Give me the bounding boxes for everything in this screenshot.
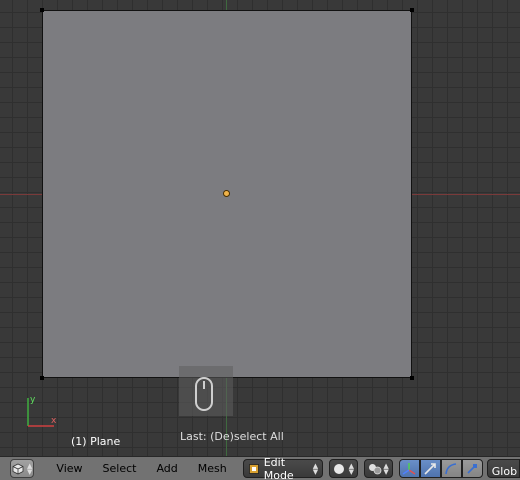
3d-viewport[interactable]: y x (1) Plane Last: (De)select All [0,0,520,456]
mode-select-label: Edit Mode [263,455,294,480]
menu-select[interactable]: Select [93,458,147,480]
viewport-header: ▲ ▼ View Select Add Mesh Edit Mode ▲ ▼ ▲ ▼ … [0,456,520,480]
nav-axis-x-label: x [51,416,57,426]
transform-orientation-select[interactable]: Glob [486,459,520,478]
viewport-shading-select[interactable]: ▲ ▼ [329,459,358,478]
mouse-icon [195,377,213,411]
scale-icon [467,463,478,474]
manipulator-group [398,459,483,478]
vertex-top-right[interactable] [410,8,414,12]
editor-type-arrows-icon: ▲ ▼ [27,461,33,476]
menu-add[interactable]: Add [146,458,187,480]
mode-select[interactable]: Edit Mode ▲ ▼ [242,455,324,480]
pivot-icon [368,463,382,474]
transform-manipulator-icon [402,462,416,475]
transform-manipulator-toggle[interactable] [398,459,420,478]
menu-mesh[interactable]: Mesh [188,458,237,480]
header-menus: View Select Add Mesh [46,458,236,480]
navigation-axes: y x [27,395,57,427]
menu-view[interactable]: View [46,458,92,480]
editor-type-button[interactable]: ▲ ▼ [10,459,35,478]
mode-arrows-icon: ▲ ▼ [312,461,319,476]
shading-arrows-icon: ▲ ▼ [348,461,354,476]
nav-axis-y-label: y [30,395,36,405]
pivot-point-select[interactable]: ▲ ▼ [363,459,393,478]
scale-button[interactable] [461,459,483,478]
vertex-top-left[interactable] [40,8,44,12]
mesh-mode-icon [248,463,259,474]
rotate-button[interactable] [440,459,462,478]
vertex-bottom-left[interactable] [40,376,44,380]
editor-type-icon [12,463,24,474]
pivot-arrows-icon: ▲ ▼ [383,461,389,476]
last-operator-label: Last: (De)select All [180,430,284,443]
viewport-shading-icon [334,463,345,474]
translate-icon [424,462,437,475]
object-info-label: (1) Plane [71,435,121,448]
orientation-label: Glob [491,465,518,478]
rotate-icon [445,462,457,474]
vertex-bottom-right[interactable] [410,376,414,380]
translate-button[interactable] [419,459,441,478]
object-origin [223,190,230,197]
